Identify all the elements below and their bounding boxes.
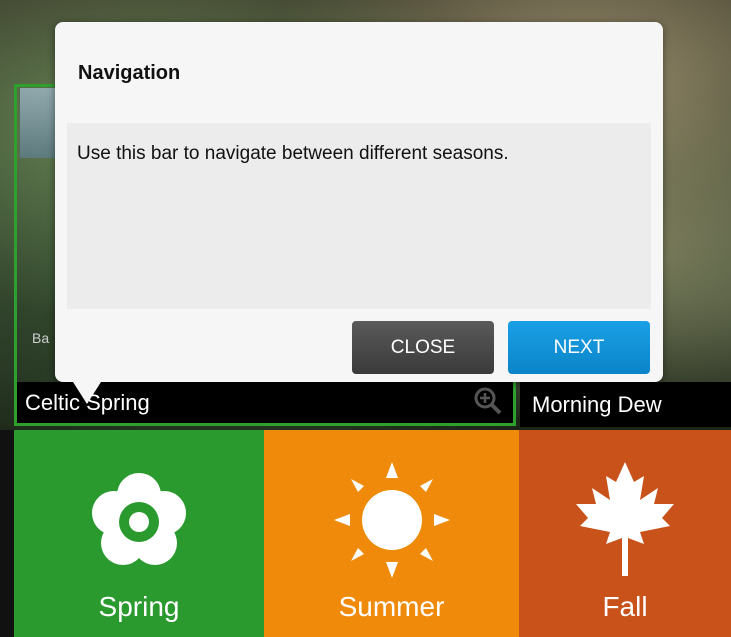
season-label-summer: Summer [338, 591, 445, 622]
flower-icon [79, 460, 199, 580]
tile-caption-right[interactable]: Morning Dew [520, 382, 731, 427]
sun-icon [332, 460, 452, 580]
maple-leaf-icon [565, 460, 685, 580]
navigation-tooltip-popup: Navigation Use this bar to navigate betw… [55, 22, 663, 382]
season-fall[interactable]: Fall [519, 430, 731, 637]
season-label-fall: Fall [602, 591, 648, 622]
season-label-spring: Spring [98, 591, 180, 622]
season-navigation-bar: Spring Summer Fall [14, 430, 731, 637]
tile-caption-right-text: Morning Dew [532, 391, 662, 417]
popup-body: Use this bar to navigate between differe… [67, 123, 651, 309]
season-summer[interactable]: Summer [264, 430, 519, 637]
next-button[interactable]: NEXT [508, 321, 650, 374]
popup-pointer-arrow [73, 382, 101, 404]
close-button[interactable]: CLOSE [352, 321, 494, 374]
popup-message: Use this bar to navigate between differe… [77, 143, 509, 164]
tile-side-text: Ba [32, 330, 50, 346]
season-spring[interactable]: Spring [14, 430, 264, 637]
zoom-in-icon[interactable] [473, 386, 503, 416]
popup-title: Navigation [78, 62, 181, 84]
